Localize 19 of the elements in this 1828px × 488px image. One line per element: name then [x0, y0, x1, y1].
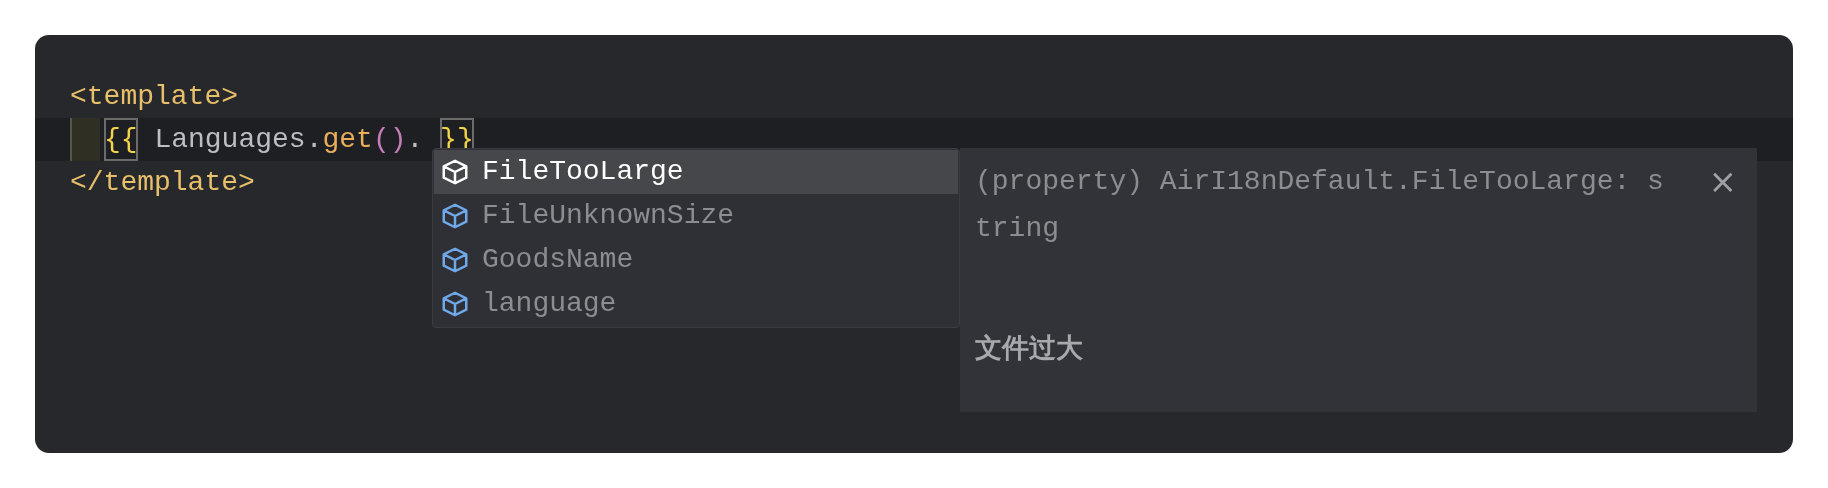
code-token: ()	[372, 123, 407, 157]
close-button[interactable]: ×	[1708, 158, 1737, 205]
cube-icon	[440, 245, 470, 275]
cube-icon	[440, 289, 470, 319]
cube-icon	[440, 201, 470, 231]
code-token: get	[322, 123, 373, 157]
completion-item[interactable]: FileTooLarge	[434, 150, 958, 194]
code-tag: </template>	[70, 161, 255, 204]
code-token: .	[406, 123, 425, 157]
doc-text: 文件过大	[975, 332, 1083, 363]
cube-icon	[440, 157, 470, 187]
completion-item[interactable]: language	[434, 282, 958, 326]
signature-text: (property) AirI18nDefault.FileTooLarge: s	[975, 165, 1664, 199]
code-token: Languages.	[153, 123, 323, 157]
code-tag: <template>	[70, 75, 239, 118]
matched-brace: {{	[104, 118, 138, 161]
completion-item[interactable]: GoodsName	[434, 238, 958, 282]
signature-text: tring	[975, 213, 1059, 244]
completion-item[interactable]: FileUnknownSize	[434, 194, 958, 238]
